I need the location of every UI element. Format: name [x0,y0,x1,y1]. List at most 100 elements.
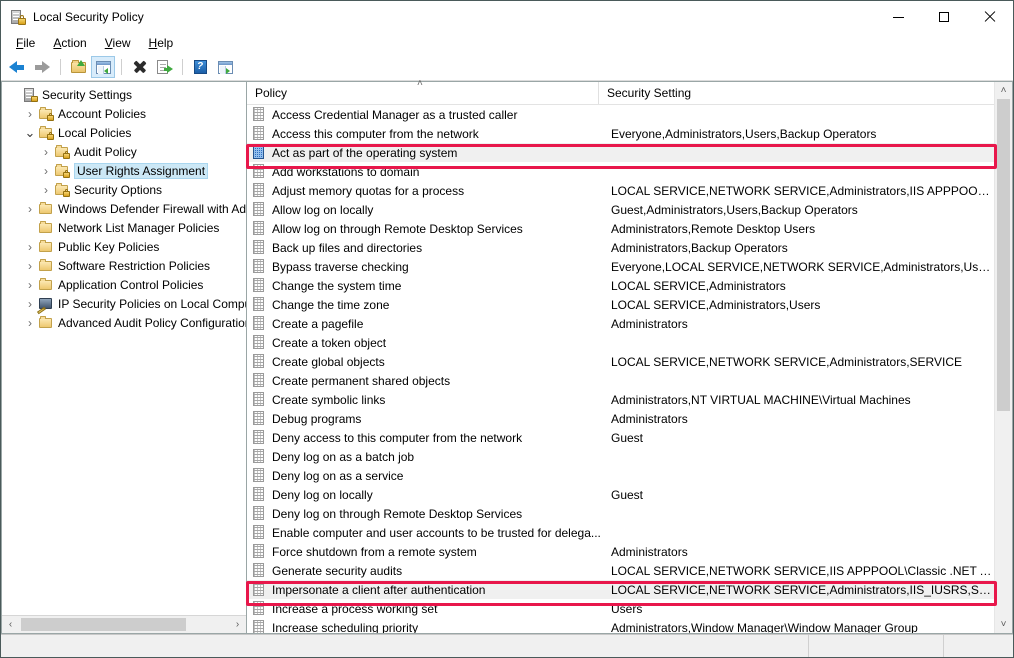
tree-item-application-control-policies[interactable]: › Application Control Policies [2,275,246,294]
table-row[interactable]: Increase scheduling priority Administrato… [247,618,994,633]
table-row[interactable]: Add workstations to domain [247,162,994,181]
table-row[interactable]: Act as part of the operating system [247,143,994,162]
maximize-button[interactable] [921,1,967,32]
table-row[interactable]: Deny log on as a batch job [247,447,994,466]
help-button[interactable]: ? [188,56,212,78]
column-header-security-setting[interactable]: Security Setting [599,82,994,104]
table-row[interactable]: Bypass traverse checking Everyone,LOCAL S… [247,257,994,276]
folder-lock-icon [54,163,70,178]
chevron-right-icon[interactable]: › [38,145,54,159]
table-row[interactable]: Generate security audits LOCAL SERVICE,NE… [247,561,994,580]
policy-icon [251,411,267,426]
table-row[interactable]: Create a token object [247,333,994,352]
chevron-right-icon[interactable]: › [22,297,38,311]
chevron-right-icon[interactable]: › [22,316,38,330]
table-row[interactable]: Create a pagefile Administrators [247,314,994,333]
table-row[interactable]: Debug programs Administrators [247,409,994,428]
security-setting-cell: Administrators,NT VIRTUAL MACHINE\Virtua… [611,392,911,407]
security-setting-cell: Administrators,Window Manager\Window Man… [611,620,918,634]
table-row[interactable]: Adjust memory quotas for a process LOCAL … [247,181,994,200]
tree-horizontal-scrollbar[interactable]: ‹ › [2,615,246,633]
table-row[interactable]: Allow log on through Remote Desktop Serv… [247,219,994,238]
table-row[interactable]: Create global objects LOCAL SERVICE,NETWO… [247,352,994,371]
table-row[interactable]: Deny access to this computer from the ne… [247,428,994,447]
policy-icon [251,354,267,369]
chevron-right-icon[interactable]: › [22,259,38,273]
up-one-level-button[interactable] [66,56,90,78]
chevron-right-icon[interactable]: › [38,164,54,178]
tree-scroll-track[interactable] [19,616,229,633]
table-row[interactable]: Create symbolic links Administrators,NT V… [247,390,994,409]
table-row[interactable]: Change the system time LOCAL SERVICE,Admi… [247,276,994,295]
table-row[interactable]: Deny log on as a service [247,466,994,485]
chevron-right-icon[interactable]: › [22,107,38,121]
tree-item-user-rights-assignment[interactable]: › User Rights Assignment [2,161,246,180]
minimize-button[interactable] [875,1,921,32]
table-row[interactable]: Create permanent shared objects [247,371,994,390]
local-security-policy-window: Local Security Policy File Action View H… [0,0,1014,658]
table-row[interactable]: Increase a process working set Users [247,599,994,618]
table-row[interactable]: Back up files and directories Administrat… [247,238,994,257]
column-header-policy[interactable]: Policy ˄ [247,78,599,104]
tree-scroll-thumb[interactable] [21,618,186,631]
tree-item-security-options[interactable]: › Security Options [2,180,246,199]
list-scroll-thumb[interactable] [997,99,1010,411]
folder-lock-icon [38,106,54,121]
table-row[interactable]: Allow log on locally Guest,Administrators… [247,200,994,219]
folder-icon [38,239,54,254]
chevron-right-icon[interactable]: › [22,240,38,254]
tree-item-network-list-manager-policies[interactable]: Network List Manager Policies [2,218,246,237]
tree-item-ip-security-policies-on-local-compute[interactable]: › IP Security Policies on Local Compute [2,294,246,314]
table-row[interactable]: Force shutdown from a remote system Admin… [247,542,994,561]
column-header-policy-label: Policy [255,86,288,100]
chevron-right-icon[interactable]: › [22,278,38,292]
folder-icon [38,277,54,292]
table-row[interactable]: Deny log on locally Guest [247,485,994,504]
tree-item-local-policies[interactable]: ⌄ Local Policies [2,123,246,142]
policy-name-cell: Increase scheduling priority [272,620,419,634]
toolbar-separator-2 [121,59,122,75]
table-row[interactable]: Change the time zone LOCAL SERVICE,Admini… [247,295,994,314]
chevron-right-icon[interactable]: › [38,183,54,197]
status-segment-secondary [808,635,943,657]
policy-icon [251,506,267,521]
tree-scroll-left-arrow[interactable]: ‹ [2,616,19,633]
column-header-security-setting-label: Security Setting [607,86,692,100]
menu-file[interactable]: File [7,34,44,52]
back-button[interactable] [5,56,29,78]
policy-icon [251,449,267,464]
window-controls [875,1,1013,32]
table-row[interactable]: Impersonate a client after authenticatio… [247,580,994,599]
show-action-pane-button[interactable] [213,56,237,78]
security-setting-cell: Everyone,LOCAL SERVICE,NETWORK SERVICE,A… [611,259,994,274]
tree-item-software-restriction-policies[interactable]: › Software Restriction Policies [2,256,246,275]
show-hide-console-tree-button[interactable] [91,56,115,78]
chevron-down-icon[interactable]: ⌄ [22,126,38,139]
delete-button[interactable] [127,56,151,78]
tree-item-audit-policy[interactable]: › Audit Policy [2,142,246,161]
export-list-button[interactable] [152,56,176,78]
table-row[interactable]: Deny log on through Remote Desktop Servi… [247,504,994,523]
table-row[interactable]: Access this computer from the network Eve… [247,124,994,143]
table-row[interactable]: Access Credential Manager as a trusted c… [247,105,994,124]
chevron-right-icon[interactable]: › [22,202,38,216]
tree-item-public-key-policies[interactable]: › Public Key Policies [2,237,246,256]
list-scroll-up-arrow[interactable]: ˄ [995,82,1012,99]
tree-item-label: Windows Defender Firewall with Adva [58,201,246,216]
tree-item-account-policies[interactable]: › Account Policies [2,104,246,123]
table-row[interactable]: Enable computer and user accounts to be … [247,523,994,542]
list-scroll-track[interactable] [995,99,1012,616]
policy-icon [251,259,267,274]
menu-help[interactable]: Help [140,34,183,52]
menu-action[interactable]: Action [44,34,95,52]
tree-scroll-right-arrow[interactable]: › [229,616,246,633]
forward-button[interactable] [30,56,54,78]
tree-item-security-settings[interactable]: Security Settings [2,85,246,104]
list-scroll-down-arrow[interactable]: ˅ [995,616,1012,633]
close-button[interactable] [967,1,1013,32]
tree-item-windows-defender-firewall-with-adva[interactable]: › Windows Defender Firewall with Adva [2,199,246,218]
policy-name-cell: Debug programs [272,411,362,426]
menu-view[interactable]: View [96,34,140,52]
list-vertical-scrollbar[interactable]: ˄ ˅ [994,82,1012,633]
tree-item-advanced-audit-policy-configuration[interactable]: › Advanced Audit Policy Configuration [2,313,246,332]
